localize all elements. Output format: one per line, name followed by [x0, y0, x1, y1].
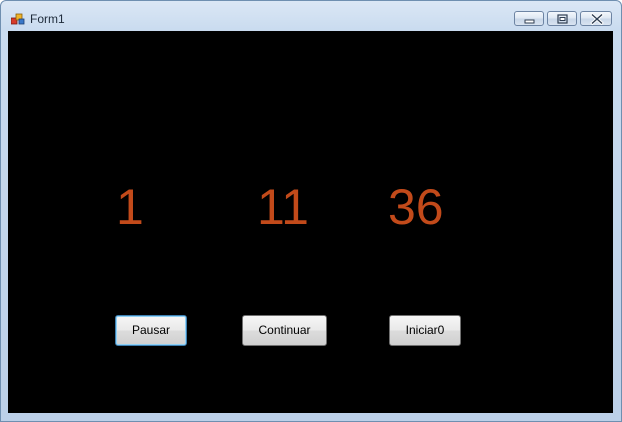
counter-second-label: 11	[257, 179, 309, 235]
maximize-icon	[557, 14, 568, 24]
reset-button[interactable]: Iniciar0	[389, 315, 461, 346]
maximize-button[interactable]	[547, 11, 577, 26]
close-icon	[590, 12, 604, 26]
close-button[interactable]	[580, 11, 612, 26]
counter-first-label: 1	[116, 179, 144, 235]
continue-button[interactable]: Continuar	[242, 315, 327, 346]
window-title: Form1	[30, 12, 65, 26]
minimize-icon	[524, 19, 535, 24]
counter-third-label: 36	[388, 179, 444, 235]
minimize-button[interactable]	[514, 11, 544, 26]
app-icon	[10, 12, 25, 25]
app-window: Form1 1 11 36 Pausar Continuar Iniciar0	[0, 0, 622, 422]
form-client-area: 1 11 36 Pausar Continuar Iniciar0	[8, 31, 613, 413]
title-bar[interactable]: Form1	[1, 1, 621, 31]
pause-button[interactable]: Pausar	[115, 315, 187, 346]
